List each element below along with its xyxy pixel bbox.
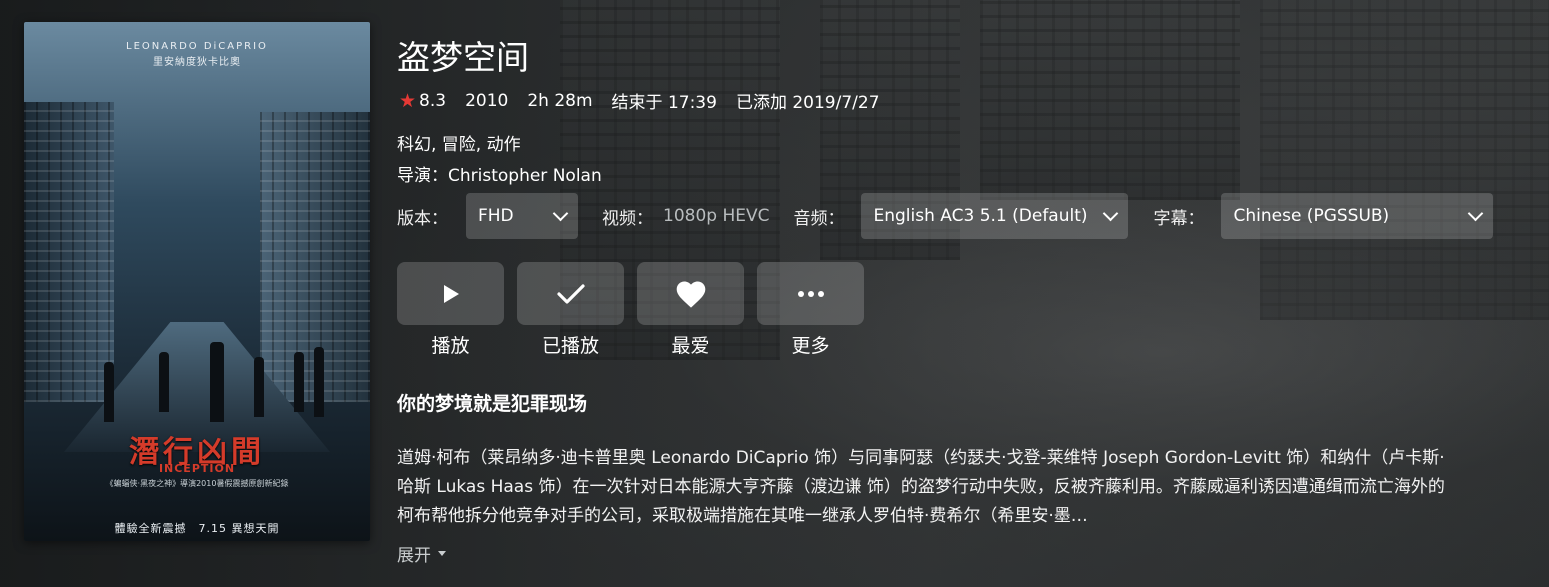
play-label: 播放 [431,335,470,357]
subtitle-label: 字幕： [1153,208,1205,229]
poster-figure [294,352,304,412]
date-added: 已添加 2019/7/27 [735,93,880,113]
audio-value: English AC3 5.1 (Default) [873,206,1088,226]
poster-actor-en: LEONARDO DiCAPRIO [126,41,268,52]
play-action: 播放 [397,262,504,358]
poster-title-en: INCEPTION [158,462,236,475]
end-time: 结束于 17:39 [611,93,717,113]
video-label: 视频： [602,208,653,229]
video-value: 1080p HEVC [663,206,770,226]
poster-figure [104,362,114,422]
mark-played-button[interactable] [517,262,624,325]
action-buttons: 播放 已播放 最爱 更多 [397,262,877,358]
played-action: 已播放 [517,262,624,358]
tagline: 你的梦境就是犯罪现场 [397,393,588,415]
favorite-button[interactable] [637,262,744,325]
movie-poster[interactable]: LEONARDO DiCAPRIO 里安納度狄卡比奧 潛行凶間 INCEPTIO… [24,22,370,541]
runtime: 2h 28m [527,90,593,111]
heart-icon [676,280,705,308]
subtitle-select[interactable]: Chinese (PGSSUB) [1221,193,1494,239]
track-selection: 版本： FHD 视频： 1080p HEVC 音频： English AC3 5… [397,193,1494,239]
poster-release: 體驗全新震撼 7.15 異想天開 [114,522,280,535]
poster-building-left [24,102,114,402]
poster-figure [254,357,264,417]
genres[interactable]: 科幻, 冒险, 动作 [397,130,521,155]
star-icon: ★ [399,89,417,112]
play-button[interactable] [397,262,504,325]
subtitle-value: Chinese (PGSSUB) [1233,206,1390,226]
expand-label: 展开 [397,546,431,566]
director-link[interactable]: Christopher Nolan [448,166,602,186]
movie-title: 盗梦空间 [397,38,529,77]
audio-label: 音频： [793,208,845,229]
caret-down-icon [438,551,446,556]
poster-figure [210,342,224,422]
audio-select[interactable]: English AC3 5.1 (Default) [861,193,1129,239]
chevron-down-icon [1103,205,1119,222]
director-label: 导演： [397,166,448,186]
favorite-action: 最爱 [637,262,744,358]
poster-figure [159,352,169,412]
played-label: 已播放 [541,335,599,357]
check-icon [556,283,585,304]
poster-tagline: 《蝙蝠俠·黑夜之神》導演2010暑假震撼原創新紀錄 [105,479,289,488]
meta-row: ★ 8.3 2010 2h 28m 结束于 17:39 已添加 2019/7/2… [399,88,899,114]
director-row: 导演：Christopher Nolan [397,161,602,186]
more-label: 更多 [791,335,830,357]
more-action: 更多 [757,262,864,358]
overview-text: 道姆·柯布（莱昂纳多·迪卡普里奥 Leonardo DiCaprio 饰）与同事… [397,448,1445,526]
expand-button[interactable]: 展开 [397,541,446,566]
community-rating: 8.3 [419,90,447,111]
release-year: 2010 [465,90,509,111]
play-icon [443,284,459,303]
more-button[interactable] [757,262,864,325]
version-select[interactable]: FHD [466,193,578,239]
favorite-label: 最爱 [671,335,710,357]
chevron-down-icon [1468,205,1484,222]
chevron-down-icon [552,205,569,222]
version-label: 版本： [397,208,448,229]
poster-figure [314,347,324,417]
more-icon [797,290,824,297]
poster-actor-cn: 里安納度狄卡比奧 [153,57,241,68]
version-value: FHD [478,206,514,226]
